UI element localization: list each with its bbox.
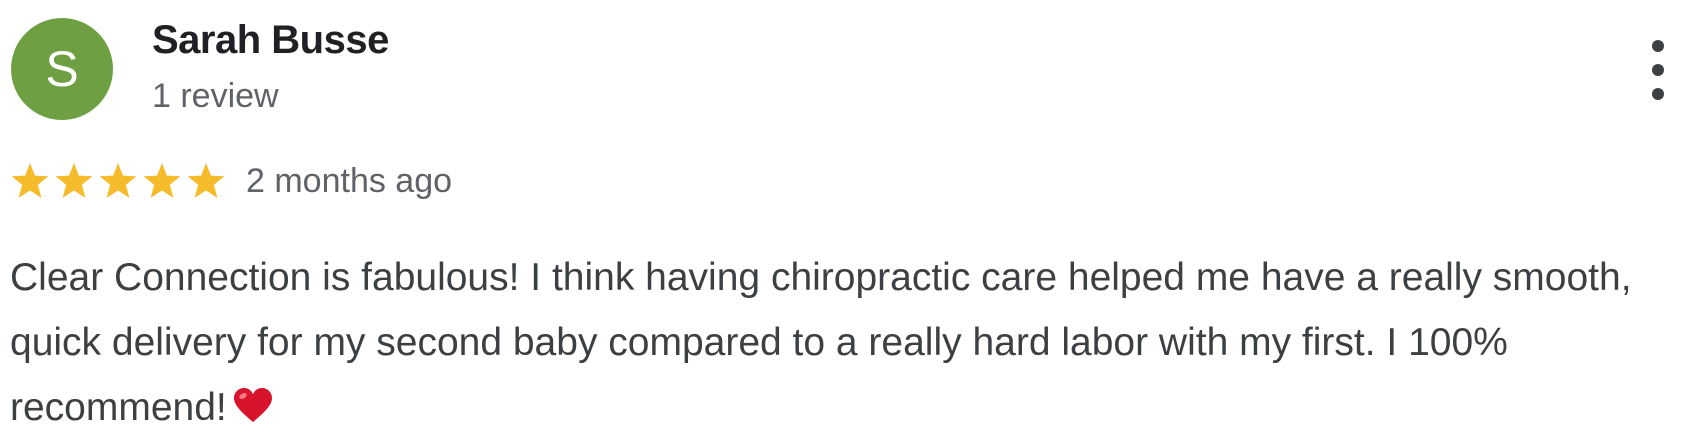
avatar[interactable]: S xyxy=(11,18,113,120)
avatar-initial: S xyxy=(45,41,79,97)
review-card: S Sarah Busse 1 review 2 months ago Clea… xyxy=(0,0,1686,434)
reviewer-name[interactable]: Sarah Busse xyxy=(152,18,389,63)
star-icon xyxy=(99,163,137,198)
star-icon xyxy=(187,163,225,198)
more-vertical-icon-dot xyxy=(1652,64,1664,76)
rating-row: 2 months ago xyxy=(10,156,452,206)
red-heart-icon xyxy=(233,388,272,422)
star-rating xyxy=(10,161,230,201)
review-count[interactable]: 1 review xyxy=(152,77,279,116)
more-vertical-icon-dot xyxy=(1652,88,1664,100)
star-icon xyxy=(11,163,49,198)
more-vertical-icon xyxy=(1652,40,1664,52)
review-date: 2 months ago xyxy=(246,161,453,200)
star-icon xyxy=(143,163,181,198)
more-options-button[interactable] xyxy=(1644,40,1672,100)
review-text: Clear Connection is fabulous! I think ha… xyxy=(10,245,1660,434)
star-icon xyxy=(55,163,93,198)
